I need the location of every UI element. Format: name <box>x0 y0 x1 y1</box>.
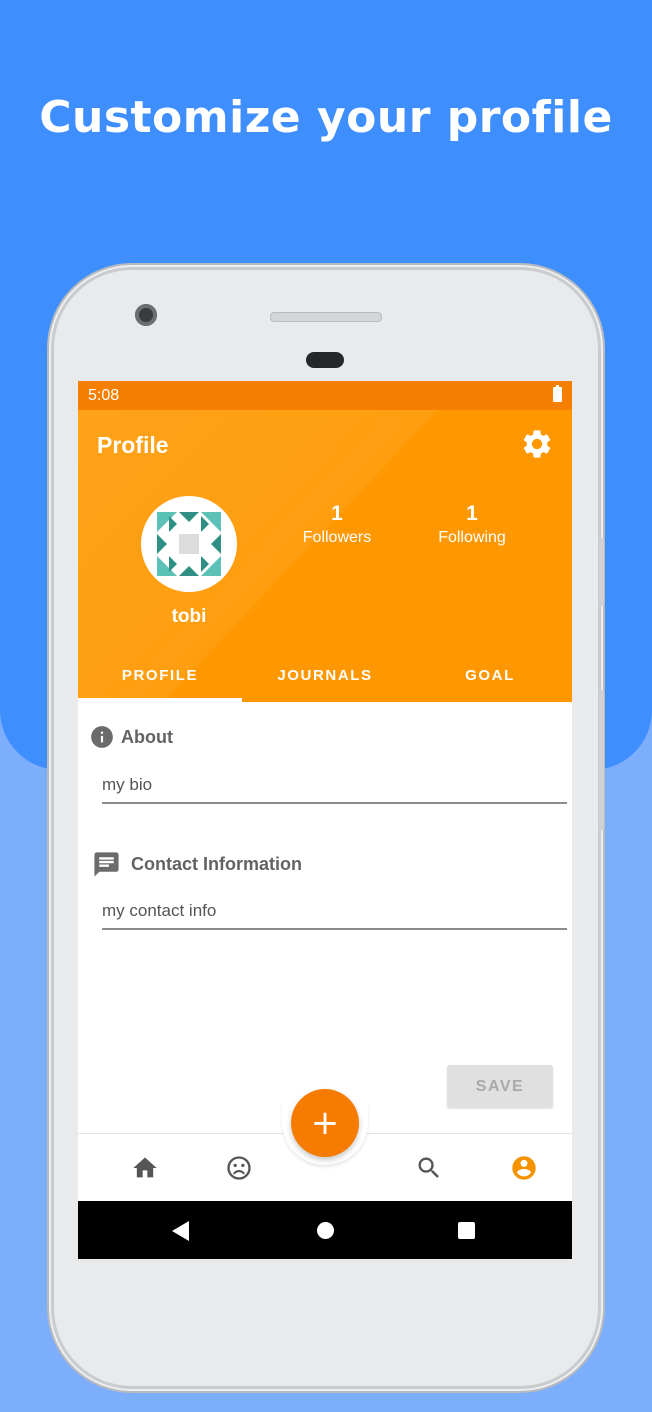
battery-icon <box>553 385 562 402</box>
following-stat[interactable]: 1 Following <box>407 502 537 547</box>
back-icon[interactable] <box>172 1221 189 1241</box>
save-button[interactable]: SAVE <box>447 1065 553 1108</box>
profile-header: Profile tobi 1 Followers 1 Following PRO… <box>78 410 572 702</box>
system-navigation-bar <box>78 1201 572 1259</box>
system-home-icon[interactable] <box>317 1222 334 1239</box>
bio-field[interactable] <box>102 768 567 804</box>
mood-icon[interactable] <box>225 1154 253 1182</box>
avatar[interactable] <box>141 496 237 592</box>
tab-bar: PROFILE JOURNALS GOAL <box>78 658 572 702</box>
followers-count: 1 <box>331 502 343 525</box>
phone-frame: 5:08 Profile tobi 1 Followers 1 Followin… <box>54 270 604 1386</box>
add-entry-button[interactable]: + <box>291 1089 359 1157</box>
contact-field[interactable] <box>102 894 567 930</box>
headline: Customize your profile <box>39 92 613 143</box>
message-icon <box>94 852 119 877</box>
about-title: About <box>121 727 173 747</box>
tab-goal[interactable]: GOAL <box>408 658 572 702</box>
status-bar: 5:08 <box>78 381 572 410</box>
followers-stat[interactable]: 1 Followers <box>272 502 402 547</box>
front-camera <box>135 304 157 326</box>
info-icon <box>91 726 113 748</box>
tab-profile[interactable]: PROFILE <box>78 658 242 702</box>
proximity-sensor <box>306 352 344 368</box>
phone-side-button <box>599 538 604 606</box>
phone-screen: 5:08 Profile tobi 1 Followers 1 Followin… <box>78 381 572 1259</box>
contact-title: Contact Information <box>131 854 302 874</box>
following-count: 1 <box>466 502 478 525</box>
home-icon[interactable] <box>131 1154 159 1182</box>
tab-journals[interactable]: JOURNALS <box>243 658 407 702</box>
gear-icon[interactable] <box>520 427 554 461</box>
following-label: Following <box>438 529 506 546</box>
recents-icon[interactable] <box>458 1222 475 1239</box>
identicon-image <box>157 512 221 576</box>
page-title: Profile <box>97 432 169 458</box>
followers-label: Followers <box>302 529 372 546</box>
status-time: 5:08 <box>88 387 120 404</box>
phone-side-button <box>599 690 604 830</box>
earpiece-speaker <box>270 312 382 322</box>
account-icon[interactable] <box>510 1154 538 1182</box>
username: tobi <box>171 606 207 627</box>
search-icon[interactable] <box>415 1154 443 1182</box>
